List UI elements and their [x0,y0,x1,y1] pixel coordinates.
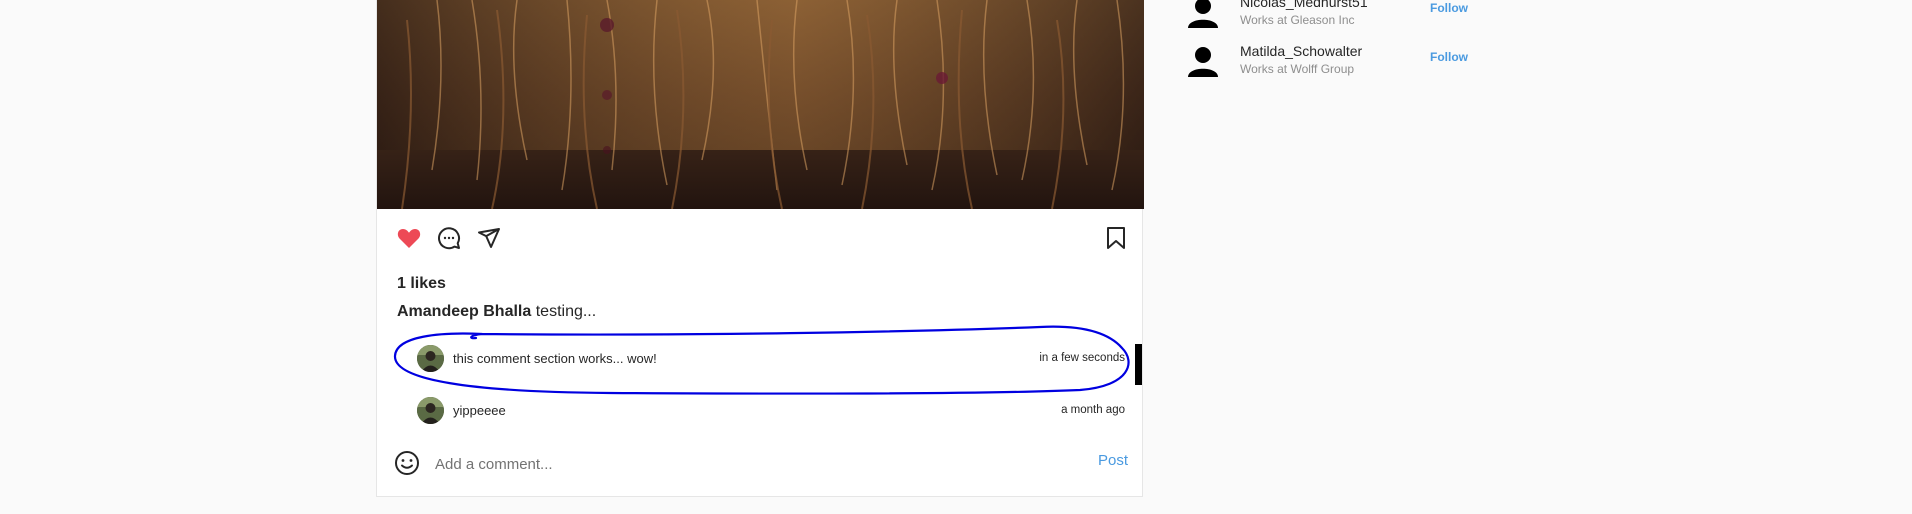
post-button[interactable]: Post [1098,452,1128,469]
post-caption: Amandeep Bhalla testing... [397,303,596,321]
comment-text: yippeeee [453,403,506,418]
follow-button[interactable]: Follow [1430,1,1468,15]
add-comment-bar: Post [377,443,1144,483]
post-actions [377,209,1144,269]
suggestion-item: Matilda_Schowalter Works at Wolff Group … [1185,40,1475,84]
suggestion-name[interactable]: Nicolas_Medhurst51 [1240,0,1368,10]
suggestion-subtitle: Works at Wolff Group [1240,62,1355,76]
comment-input[interactable] [433,451,1037,477]
smiley-icon[interactable] [393,449,421,477]
suggestion-name[interactable]: Matilda_Schowalter [1240,43,1362,59]
follow-button[interactable]: Follow [1430,50,1468,64]
commenter-avatar[interactable] [417,397,444,424]
bookmark-icon[interactable] [1102,224,1130,252]
comment-text: this comment section works... wow! [453,351,657,366]
user-avatar-icon[interactable] [1185,0,1221,31]
comment-item: yippeeee a month ago [417,395,1125,425]
suggestion-item: Nicolas_Medhurst51 Works at Gleason Inc … [1185,0,1475,35]
commenter-avatar[interactable] [417,345,444,372]
caption-text: testing... [535,303,597,320]
likes-count: 1 likes [397,275,446,292]
suggestion-subtitle: Works at Gleason Inc [1240,13,1355,27]
paper-plane-icon[interactable] [475,224,503,252]
user-avatar-icon[interactable] [1185,44,1221,80]
post-card: 1 likes Amandeep Bhalla testing... this … [376,0,1144,497]
caption-author[interactable]: Amandeep Bhalla [397,303,531,320]
comment-item: this comment section works... wow! in a … [417,343,1125,373]
suggestions-list: Nicolas_Medhurst51 Works at Gleason Inc … [1185,0,1475,90]
post-image [377,0,1144,209]
comment-time: a month ago [1061,404,1125,416]
comment-time: in a few seconds [1039,352,1125,364]
scrollbar-thumb[interactable] [1135,344,1142,385]
heart-icon[interactable] [395,224,423,252]
comment-icon[interactable] [435,224,463,252]
